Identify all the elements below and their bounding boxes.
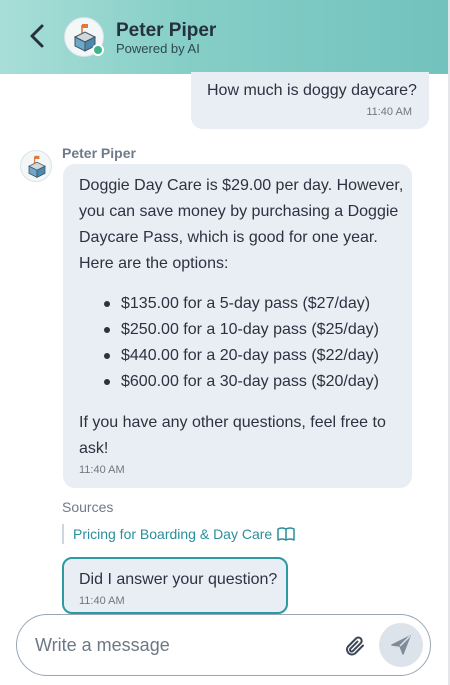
user-message-time: 11:40 AM [366,106,412,118]
pass-options-list: $135.00 for a 5-day pass ($27/day) $250.… [101,291,401,395]
send-icon [391,635,411,655]
chat-window: Peter Piper Powered by AI How much is do… [0,0,450,685]
list-item: $250.00 for a 10-day pass ($25/day) [101,317,401,343]
list-item: $135.00 for a 5-day pass ($27/day) [101,291,401,317]
source-link-text: Pricing for Boarding & Day Care [73,526,273,542]
user-message: How much is doggy daycare? 11:40 AM [191,72,429,129]
bot-name: Peter Piper [62,145,136,161]
source-link[interactable]: Pricing for Boarding & Day Care [62,524,296,544]
followup-question-button[interactable]: Did I answer your question? 11:40 AM [62,557,288,614]
chat-subtitle: Powered by AI [116,41,200,56]
chat-header: Peter Piper Powered by AI [0,0,448,74]
chevron-left-icon[interactable] [26,22,50,50]
list-item: $440.00 for a 20-day pass ($22/day) [101,343,401,369]
user-message-text: How much is doggy daycare? [207,82,417,99]
list-item: $600.00 for a 30-day pass ($20/day) [101,369,401,395]
online-status-dot [92,44,104,56]
send-button[interactable] [379,623,423,667]
followup-question-text: Did I answer your question? [79,571,278,588]
mailbox-avatar-icon [28,155,46,179]
sources-label: Sources [62,499,114,515]
book-icon [277,527,295,541]
followup-question-time: 11:40 AM [79,595,125,607]
message-input[interactable] [35,631,325,659]
message-composer [16,614,431,676]
paperclip-icon[interactable] [343,634,367,658]
bot-message: Doggie Day Care is $29.00 per day. Howev… [63,164,412,488]
bot-avatar [20,150,52,182]
bot-message-outro: If you have any other questions, feel fr… [79,414,386,457]
bot-message-time: 11:40 AM [79,464,125,476]
chat-title: Peter Piper [116,20,217,41]
bot-message-intro: Doggie Day Care is $29.00 per day. Howev… [79,177,404,272]
